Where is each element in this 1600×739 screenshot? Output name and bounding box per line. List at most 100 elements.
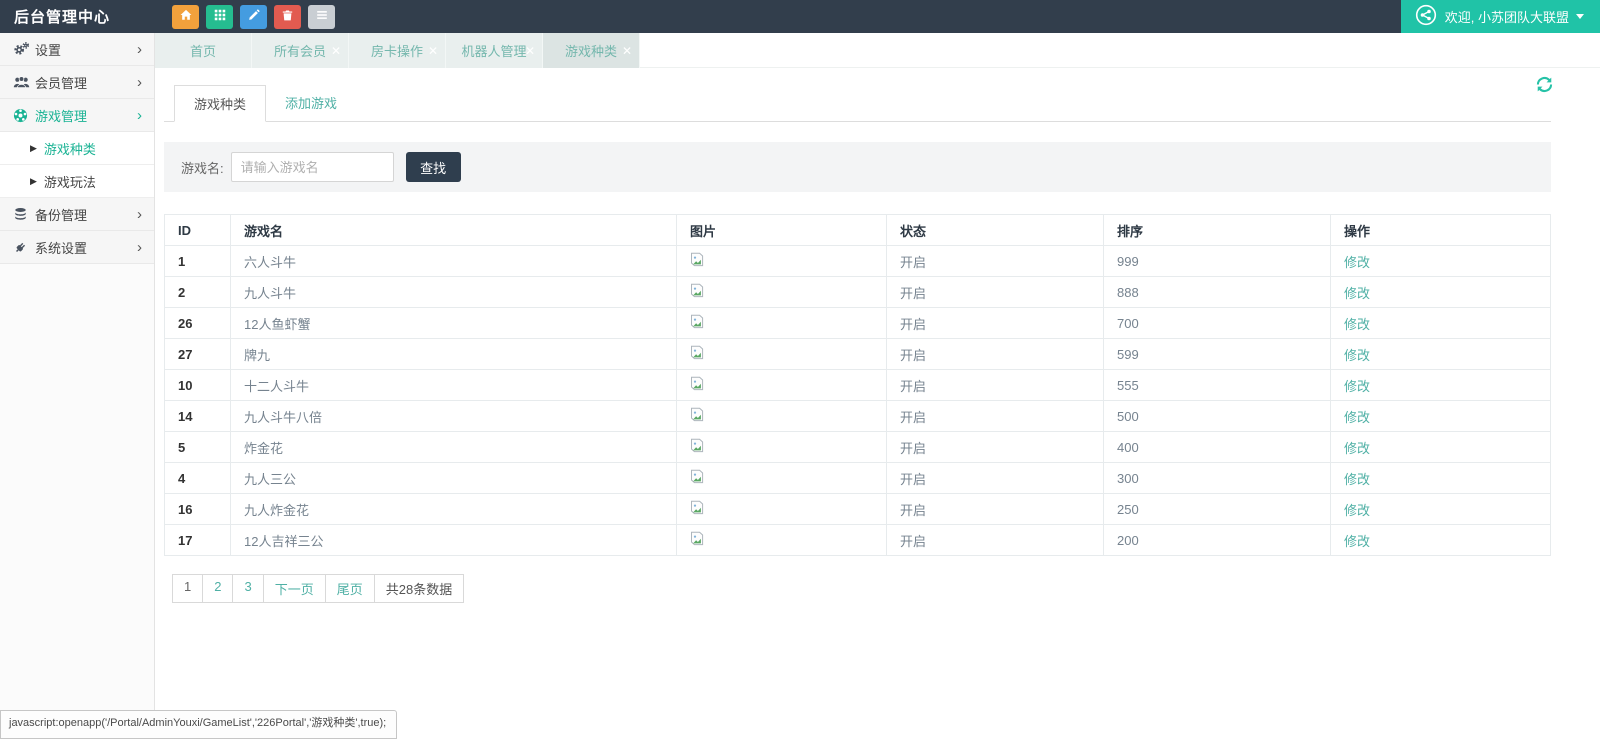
- open-tab-label: 所有会员: [274, 41, 326, 60]
- edit-link[interactable]: 修改: [1344, 348, 1370, 363]
- sidebar: 设置›会员管理›游戏管理›▶游戏种类▶游戏玩法备份管理›系统设置›: [0, 33, 155, 733]
- open-tab[interactable]: 房卡操作✕: [349, 33, 446, 68]
- search-label: 游戏名:: [181, 158, 224, 177]
- cell-sort: 250: [1104, 494, 1331, 525]
- close-icon[interactable]: ✕: [525, 45, 535, 57]
- sidebar-item[interactable]: 备份管理›: [0, 198, 154, 231]
- cell-action: 修改: [1331, 246, 1551, 277]
- cell-image: [677, 494, 887, 525]
- sidebar-subitem-label: 游戏种类: [44, 139, 96, 158]
- pagination-next[interactable]: 下一页: [263, 574, 326, 603]
- main-area: 首页所有会员✕房卡操作✕机器人管理✕游戏种类✕ 游戏种类添加游戏 游戏名: 查找…: [155, 33, 1600, 733]
- open-tab[interactable]: 首页: [155, 33, 252, 68]
- edit-link[interactable]: 修改: [1344, 255, 1370, 270]
- close-icon[interactable]: ✕: [428, 45, 438, 57]
- user-menu[interactable]: 欢迎, 小苏团队大联盟: [1401, 0, 1600, 33]
- open-tab[interactable]: 机器人管理✕: [446, 33, 543, 68]
- edit-link[interactable]: 修改: [1344, 472, 1370, 487]
- edit-link[interactable]: 修改: [1344, 410, 1370, 425]
- cell-action: 修改: [1331, 277, 1551, 308]
- edit-link[interactable]: 修改: [1344, 534, 1370, 549]
- cell-image: [677, 339, 887, 370]
- pagination: 123下一页尾页共28条数据: [172, 574, 464, 603]
- open-tabs-bar: 首页所有会员✕房卡操作✕机器人管理✕游戏种类✕: [155, 33, 1600, 68]
- sidebar-item[interactable]: 系统设置›: [0, 231, 154, 264]
- cell-id: 27: [165, 339, 231, 370]
- cell-sort: 700: [1104, 308, 1331, 339]
- pencil-button[interactable]: [240, 5, 267, 29]
- table-row: 27牌九开启599修改: [165, 339, 1551, 370]
- sidebar-subitem[interactable]: ▶游戏种类: [0, 132, 154, 165]
- broken-image-icon: [690, 255, 704, 270]
- cell-game-name: 牌九: [231, 339, 677, 370]
- grid-button[interactable]: [206, 5, 233, 29]
- edit-link[interactable]: 修改: [1344, 379, 1370, 394]
- cell-image: [677, 246, 887, 277]
- cell-action: 修改: [1331, 432, 1551, 463]
- edit-link[interactable]: 修改: [1344, 441, 1370, 456]
- cell-status: 开启: [887, 463, 1104, 494]
- share-circle-icon: [1415, 4, 1445, 29]
- table-row: 10十二人斗牛开启555修改: [165, 370, 1551, 401]
- open-tab[interactable]: 游戏种类✕: [543, 33, 640, 68]
- cell-status: 开启: [887, 370, 1104, 401]
- column-header: 状态: [887, 215, 1104, 246]
- broken-image-icon: [690, 472, 704, 487]
- sidebar-item[interactable]: 设置›: [0, 33, 154, 66]
- app-title: 后台管理中心: [14, 6, 110, 27]
- cell-action: 修改: [1331, 463, 1551, 494]
- content-tab[interactable]: 游戏种类: [174, 85, 266, 122]
- table-row: 4九人三公开启300修改: [165, 463, 1551, 494]
- broken-image-icon: [690, 379, 704, 394]
- sidebar-item[interactable]: 会员管理›: [0, 66, 154, 99]
- open-tab[interactable]: 所有会员 ✕: [252, 33, 349, 68]
- edit-link[interactable]: 修改: [1344, 286, 1370, 301]
- search-bar: 游戏名: 查找: [164, 142, 1551, 192]
- search-button[interactable]: 查找: [406, 152, 461, 182]
- sidebar-item-label: 系统设置: [35, 238, 137, 257]
- table-header-row: ID游戏名图片状态排序操作: [165, 215, 1551, 246]
- content-panel: 游戏种类添加游戏 游戏名: 查找 ID游戏名图片状态排序操作 1六人斗牛开启99…: [155, 68, 1600, 603]
- cell-sort: 555: [1104, 370, 1331, 401]
- cell-id: 14: [165, 401, 231, 432]
- cell-game-name: 12人吉祥三公: [231, 525, 677, 556]
- column-header: 操作: [1331, 215, 1551, 246]
- table-row: 5炸金花开启400修改: [165, 432, 1551, 463]
- gear-icon: [13, 41, 35, 57]
- open-tab-label: 首页: [190, 41, 216, 60]
- cell-action: 修改: [1331, 525, 1551, 556]
- broken-image-icon: [690, 410, 704, 425]
- search-input[interactable]: [231, 152, 394, 182]
- sidebar-subitem-label: 游戏玩法: [44, 172, 96, 191]
- cell-sort: 200: [1104, 525, 1331, 556]
- topbar-quick-buttons: [172, 5, 335, 29]
- pagination-page-3[interactable]: 3: [232, 574, 263, 603]
- broken-image-icon: [690, 286, 704, 301]
- cell-sort: 888: [1104, 277, 1331, 308]
- chevron-right-icon: ›: [137, 42, 142, 57]
- cell-game-name: 十二人斗牛: [231, 370, 677, 401]
- refresh-icon[interactable]: [1535, 75, 1554, 97]
- users-icon: [13, 75, 35, 89]
- table-row: 2九人斗牛开启888修改: [165, 277, 1551, 308]
- pagination-page-2[interactable]: 2: [202, 574, 233, 603]
- cell-id: 5: [165, 432, 231, 463]
- trash-button[interactable]: [274, 5, 301, 29]
- cell-id: 16: [165, 494, 231, 525]
- column-header: 图片: [677, 215, 887, 246]
- pagination-page-1: 1: [172, 574, 203, 603]
- edit-link[interactable]: 修改: [1344, 317, 1370, 332]
- edit-link[interactable]: 修改: [1344, 503, 1370, 518]
- sidebar-item[interactable]: 游戏管理›: [0, 99, 154, 132]
- close-icon[interactable]: ✕: [331, 45, 341, 57]
- content-tabs: 游戏种类添加游戏: [164, 85, 1551, 122]
- pagination-last[interactable]: 尾页: [325, 574, 375, 603]
- close-icon[interactable]: ✕: [622, 45, 632, 57]
- sidebar-subitem[interactable]: ▶游戏玩法: [0, 165, 154, 198]
- cell-game-name: 九人斗牛: [231, 277, 677, 308]
- cell-status: 开启: [887, 494, 1104, 525]
- list-button[interactable]: [308, 5, 335, 29]
- broken-image-icon: [690, 441, 704, 456]
- home-button[interactable]: [172, 5, 199, 29]
- content-tab[interactable]: 添加游戏: [266, 85, 356, 122]
